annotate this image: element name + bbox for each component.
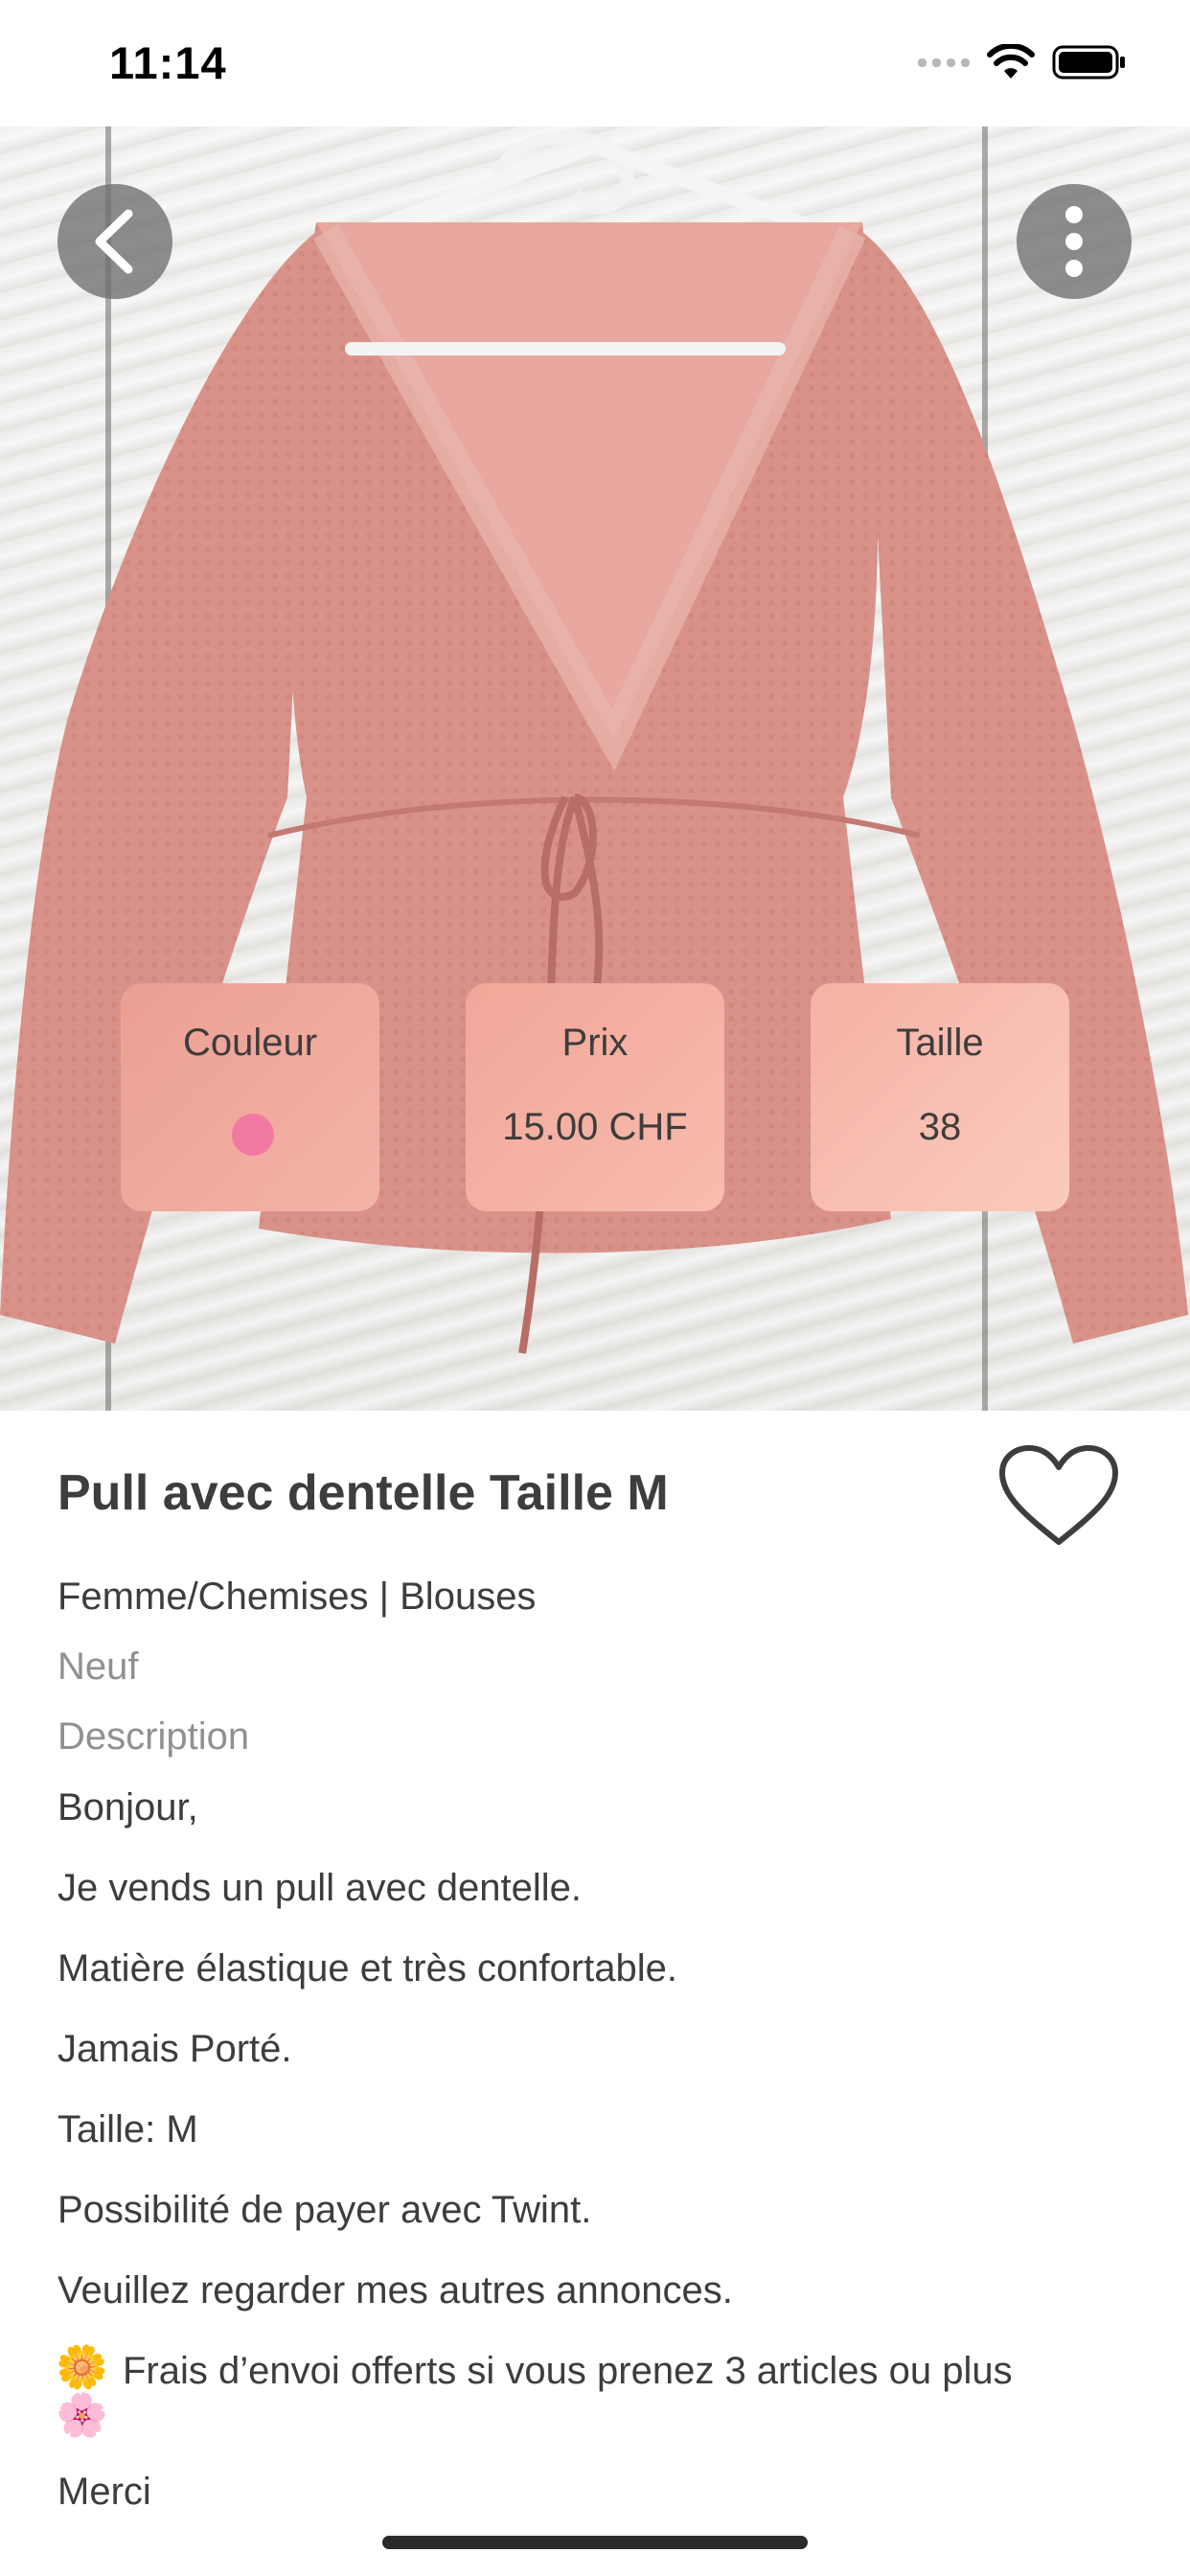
more-vertical-icon	[1065, 206, 1083, 277]
more-options-button[interactable]	[1017, 184, 1132, 299]
product-condition: Neuf	[57, 1645, 139, 1688]
size-value: 38	[918, 1106, 962, 1148]
description-line: Veuillez regarder mes autres annonces.	[57, 2269, 733, 2312]
status-time: 11:14	[109, 37, 227, 88]
price-card: Prix 15.00 CHF	[466, 983, 724, 1211]
color-label: Couleur	[182, 1022, 318, 1064]
color-swatch	[232, 1114, 274, 1156]
pink-flower-icon: 🌸	[56, 2392, 108, 2439]
product-title: Pull avec dentelle Taille M	[57, 1465, 669, 1521]
cellular-signal-icon	[918, 58, 970, 67]
status-bar: 11:14	[0, 0, 1190, 126]
description-line: Merci	[57, 2471, 151, 2513]
description-line: Frais d’envoi offerts si vous prenez 3 a…	[123, 2350, 1013, 2392]
battery-icon	[1052, 45, 1125, 80]
description-heading: Description	[57, 1715, 250, 1758]
back-button[interactable]	[57, 184, 172, 299]
product-category[interactable]: Femme/Chemises | Blouses	[57, 1576, 536, 1619]
color-card: Couleur	[121, 983, 379, 1211]
description-line: Possibilité de payer avec Twint.	[57, 2189, 592, 2231]
chevron-left-icon	[95, 209, 133, 274]
description-line: Je vends un pull avec dentelle.	[57, 1867, 583, 1909]
size-card: Taille 38	[811, 983, 1069, 1211]
price-value: 15.00 CHF	[502, 1106, 688, 1148]
description-line: Bonjour,	[57, 1786, 198, 1828]
product-image[interactable]: Couleur Prix 15.00 CHF Taille 38	[0, 126, 1190, 1411]
status-icons	[918, 44, 1127, 80]
home-indicator[interactable]	[382, 2536, 808, 2549]
wifi-icon	[987, 44, 1035, 79]
blouse-illustration	[0, 130, 1188, 1354]
yellow-flower-icon: 🌼	[56, 2344, 108, 2391]
size-label: Taille	[896, 1022, 984, 1064]
heart-outline-icon[interactable]	[996, 1442, 1121, 1550]
description-line: Taille: M	[57, 2108, 198, 2150]
description-line: Jamais Porté.	[57, 2028, 292, 2070]
price-label: Prix	[561, 1022, 629, 1064]
description-line: Matière élastique et très confortable.	[57, 1947, 678, 1990]
